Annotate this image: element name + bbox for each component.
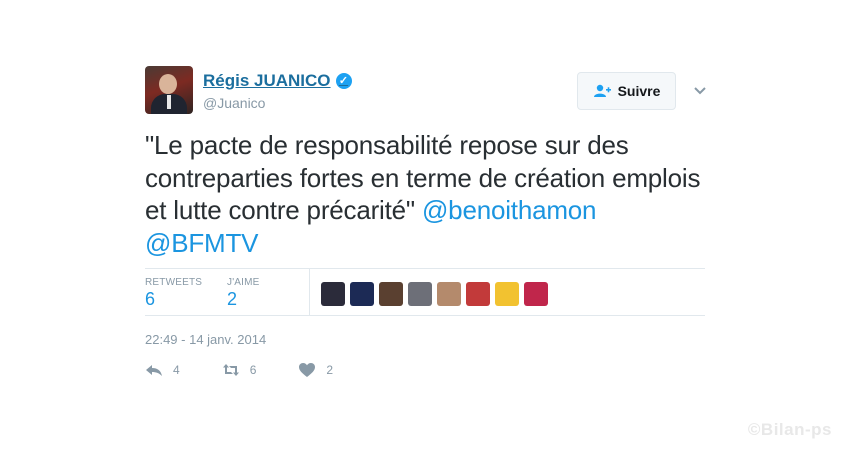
retweets-label: RETWEETS: [145, 277, 203, 288]
retweet-count: 6: [249, 363, 257, 377]
retweets-stat[interactable]: RETWEETS 6: [145, 277, 202, 310]
follow-button-label: Suivre: [617, 83, 661, 99]
liker-avatar-2[interactable]: [350, 282, 374, 306]
like-action[interactable]: 2: [298, 362, 333, 378]
stats-divider: [309, 269, 310, 316]
like-count: 2: [326, 363, 334, 377]
author-names: Régis JUANICO ✓ @Juanico: [203, 71, 352, 111]
heart-icon: [299, 363, 316, 377]
liker-avatar-8[interactable]: [524, 282, 548, 306]
liker-avatar-5[interactable]: [437, 282, 461, 306]
follow-button[interactable]: Suivre: [577, 72, 676, 110]
watermark: ©Bilan-ps: [747, 420, 832, 439]
liker-avatar-4[interactable]: [408, 282, 432, 306]
author-name[interactable]: Régis JUANICO: [203, 71, 331, 91]
chevron-down-icon[interactable]: [692, 82, 708, 98]
liker-avatar-3[interactable]: [379, 282, 403, 306]
mention-benoithamon[interactable]: @benoithamon: [422, 195, 597, 225]
author-name-link[interactable]: Régis JUANICO ✓: [203, 71, 352, 91]
tweet-stats: RETWEETS 6 J'AIME 2: [145, 268, 705, 316]
liker-avatar-6[interactable]: [466, 282, 490, 306]
author-handle[interactable]: @Juanico: [203, 95, 352, 111]
tweet-timestamp[interactable]: 22:49 - 14 janv. 2014: [145, 332, 266, 347]
likes-stat[interactable]: J'AIME 2: [227, 277, 260, 310]
retweet-action[interactable]: 6: [222, 362, 257, 378]
tweet-header: Régis JUANICO ✓ @Juanico Suivre: [145, 66, 708, 116]
author-avatar[interactable]: [145, 66, 193, 114]
retweets-value: 6: [145, 289, 156, 309]
retweet-icon: [222, 364, 239, 376]
verified-icon: ✓: [335, 73, 352, 89]
add-user-icon: [593, 84, 611, 97]
reply-action[interactable]: 4: [145, 362, 180, 378]
likes-value: 2: [227, 289, 238, 309]
reply-icon: [146, 365, 162, 376]
avatar-face: [159, 74, 177, 94]
liker-avatars: [321, 282, 553, 306]
liker-avatar-7[interactable]: [495, 282, 519, 306]
mention-bfmtv[interactable]: @BFMTV: [145, 228, 259, 258]
tweet-text: "Le pacte de responsabilité repose sur d…: [145, 129, 705, 259]
liker-avatar-1[interactable]: [321, 282, 345, 306]
tweet-actions: 4 6 2: [145, 362, 375, 378]
avatar-tie: [167, 95, 171, 109]
likes-label: J'AIME: [227, 277, 260, 288]
reply-count: 4: [173, 363, 180, 377]
tweet-card: Régis JUANICO ✓ @Juanico Suivre "Le pact…: [145, 66, 708, 377]
